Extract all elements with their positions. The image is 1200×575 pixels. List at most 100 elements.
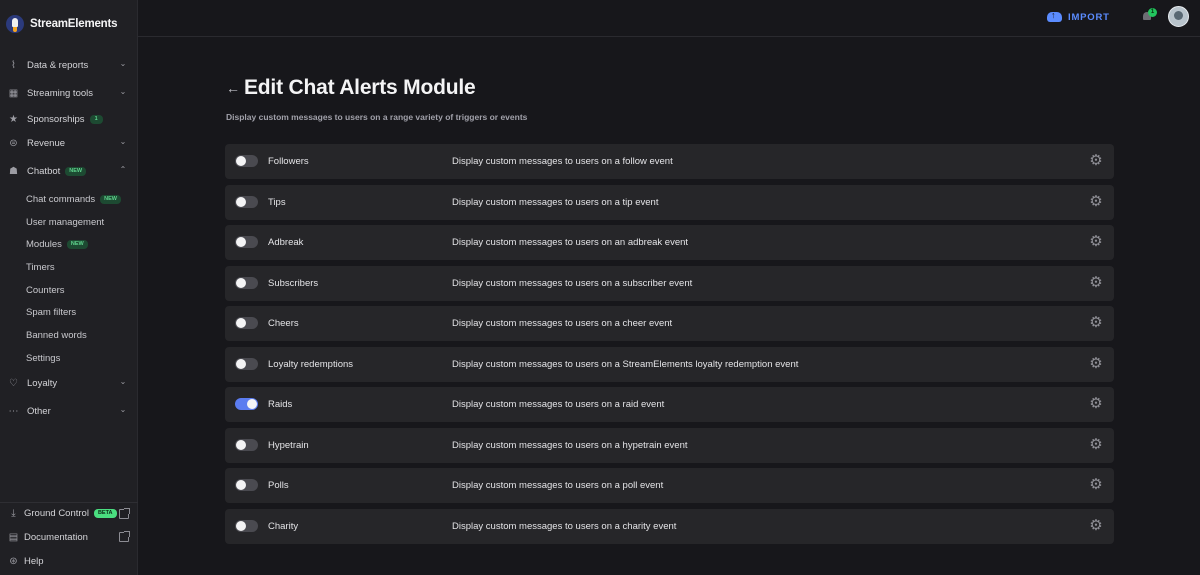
sidebar-subitem-spam-filters[interactable]: Spam filters [26,303,76,321]
sidebar-item-label: Streaming tools [27,87,94,99]
gear-icon[interactable]: ⚙ [1089,477,1103,492]
star-icon: ★ [9,113,18,125]
alert-name: Subscribers [268,277,319,289]
new-badge: NEW [65,166,87,176]
alert-row-hypetrain: Hypetrain Display custom messages to use… [225,427,1114,463]
toggle-knob [236,358,246,369]
page-title: Edit Chat Alerts Module [244,76,476,99]
gear-icon[interactable]: ⚙ [1089,194,1103,209]
sidebar-item-label: Data & reports [27,59,89,71]
alert-description: Display custom messages to users on a fo… [452,156,673,167]
alert-row-tips: Tips Display custom messages to users on… [225,184,1114,220]
alert-description: Display custom messages to users on a hy… [452,439,688,451]
sidebar-item-chatbot[interactable]: ☗ Chatbot NEW ⌃ [0,160,138,182]
cloud-upload-icon [1047,10,1062,22]
alert-description: Display custom messages to users on a ti… [452,196,659,208]
sidebar-item-label: Chatbot [27,165,61,177]
toggle-knob [236,480,246,490]
document-icon: ▤ [8,531,19,543]
followers-toggle[interactable] [235,155,258,167]
count-badge: 1 [89,114,103,124]
alert-row-adbreak: Adbreak Display custom messages to users… [225,225,1114,260]
alert-description: Display custom messages to users on a su… [452,277,693,289]
notifications-button[interactable]: 1 [1141,8,1157,24]
alert-row-charity: Charity Display custom messages to users… [225,508,1114,544]
chevron-down-icon: ⌄ [119,377,127,386]
sidebar-item-streaming-tools[interactable]: ▦ Streaming tools ⌄ [0,82,138,104]
alert-name: Charity [268,520,299,532]
import-button[interactable]: IMPORT [1047,9,1110,25]
alert-description: Display custom messages to users on a ra… [452,399,665,410]
sidebar-subitem-label: Banned words [26,329,87,341]
sidebar-subitem-user-management[interactable]: User management [26,213,104,231]
external-link-icon [119,508,130,519]
alert-name: Raids [268,399,293,410]
sidebar-item-loyalty[interactable]: ♡ Loyalty ⌄ [0,372,138,394]
charity-toggle[interactable] [235,519,258,532]
gear-icon[interactable]: ⚙ [1089,315,1103,330]
sidebar-subitem-modules[interactable]: Modules NEW [26,235,88,253]
gear-icon[interactable]: ⚙ [1089,396,1103,411]
sidebar-subitem-label: Counters [26,284,65,296]
sidebar-item-sponsorships[interactable]: ★ Sponsorships 1 [0,108,138,130]
sidebar-subitem-settings[interactable]: Settings [26,349,60,367]
sidebar-subitem-banned-words[interactable]: Banned words [26,326,87,344]
toggle-knob [236,156,246,166]
avatar[interactable] [1168,6,1189,27]
gear-icon[interactable]: ⚙ [1089,518,1103,533]
download-icon: ⤓ [11,508,16,519]
gear-icon[interactable]: ⚙ [1089,356,1103,371]
alert-name: Tips [268,196,286,208]
cheers-toggle[interactable] [235,317,258,329]
sidebar-item-data-reports[interactable]: ⌇ Data & reports ⌄ [0,54,138,76]
toggle-knob [236,520,246,531]
sidebar-subitem-chat-commands[interactable]: Chat commands NEW [26,190,122,208]
alert-name: Adbreak [268,237,304,248]
sidebar-subitem-label: Timers [26,261,55,273]
alert-row-loyalty-redemptions: Loyalty redemptions Display custom messa… [225,346,1114,382]
sidebar-item-label: Help [24,555,44,567]
sidebar-item-help[interactable]: ⊛ Help [0,550,138,572]
alert-description: Display custom messages to users on a St… [452,358,799,370]
polls-toggle[interactable] [235,479,258,491]
sidebar-subitem-label: Modules [26,238,62,250]
sidebar-subitem-timers[interactable]: Timers [26,258,55,276]
alert-name: Cheers [268,318,299,329]
toggle-knob [236,277,246,288]
loyalty-redemptions-toggle[interactable] [235,357,258,370]
sidebar-item-label: Sponsorships [27,113,85,125]
gear-icon[interactable]: ⚙ [1089,153,1103,168]
gear-icon[interactable]: ⚙ [1089,234,1103,249]
alert-row-subscribers: Subscribers Display custom messages to u… [225,265,1114,301]
sidebar-item-ground-control[interactable]: ⤓ Ground Control BETA [0,502,138,524]
raids-toggle[interactable] [235,398,258,410]
alert-row-followers: Followers Display custom messages to use… [225,144,1114,179]
subscribers-toggle[interactable] [235,276,258,289]
sidebar-subitem-counters[interactable]: Counters [26,281,65,299]
sidebar-item-label: Revenue [27,137,66,149]
beta-badge: BETA [93,509,117,518]
brand[interactable]: StreamElements [6,13,118,35]
topbar: IMPORT 1 [138,0,1200,37]
hypetrain-toggle[interactable] [235,438,258,451]
adbreak-toggle[interactable] [235,236,258,248]
back-arrow-icon[interactable]: ← [226,81,240,95]
notification-count-badge: 1 [1148,8,1157,17]
chevron-down-icon: ⌄ [119,137,127,146]
gear-icon[interactable]: ⚙ [1089,437,1103,452]
gear-icon[interactable]: ⚙ [1089,275,1103,290]
robot-icon: ☗ [9,165,18,177]
sidebar-item-documentation[interactable]: ▤ Documentation [0,526,138,548]
toggle-knob [236,237,246,247]
alert-description: Display custom messages to users on a ch… [452,318,673,329]
toggle-knob [247,399,257,409]
streamelements-logo-icon [6,15,24,33]
sidebar-item-label: Documentation [24,531,88,543]
sidebar-item-revenue[interactable]: ⊜ Revenue ⌄ [0,132,138,154]
sidebar-item-other[interactable]: ⋯ Other ⌄ [0,400,138,422]
help-lifebuoy-icon: ⊛ [9,555,18,567]
chevron-down-icon: ⌄ [119,405,127,414]
tips-toggle[interactable] [235,195,258,208]
alert-name: Hypetrain [268,439,309,451]
sidebar-subitem-label: Chat commands [26,193,96,205]
